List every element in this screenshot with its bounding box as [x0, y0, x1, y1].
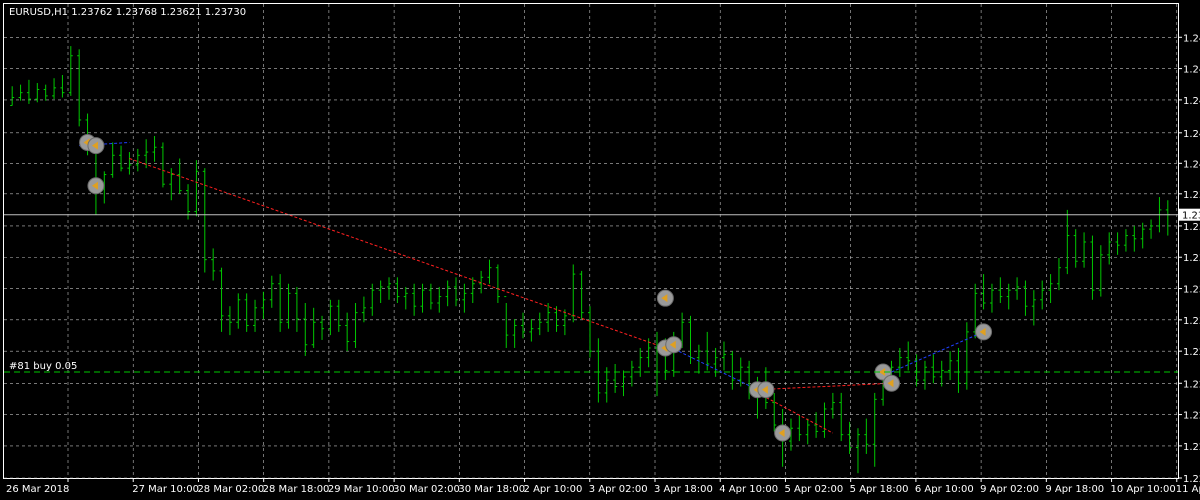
chart-background — [0, 0, 1200, 500]
y-tick-label: 1.23860 — [1183, 190, 1200, 201]
y-tick-label: 1.24835 — [1183, 33, 1200, 44]
order-label: #81 buy 0.05 — [9, 361, 77, 372]
x-tick-label: 28 Mar 18:00 — [263, 484, 330, 495]
y-tick-label: 1.23465 — [1183, 253, 1200, 264]
y-tick-label: 1.24050 — [1183, 159, 1200, 170]
x-tick-label: 29 Mar 10:00 — [328, 484, 395, 495]
x-tick-label: 4 Apr 10:00 — [719, 484, 778, 495]
x-tick-label: 9 Apr 18:00 — [1045, 484, 1104, 495]
x-tick-label: 26 Mar 2018 — [6, 484, 69, 495]
y-tick-label: 1.24445 — [1183, 96, 1200, 107]
x-tick-label: 3 Apr 18:00 — [654, 484, 713, 495]
y-tick-label: 1.24640 — [1183, 65, 1200, 76]
x-tick-label: 28 Mar 02:00 — [197, 484, 264, 495]
y-tick-label: 1.22485 — [1183, 411, 1200, 422]
x-tick-label: 3 Apr 02:00 — [589, 484, 648, 495]
current-price-label: 1.23730 — [1182, 211, 1200, 222]
x-tick-label: 2 Apr 10:00 — [524, 484, 583, 495]
y-tick-label: 1.22680 — [1183, 379, 1200, 390]
y-tick-label: 1.23660 — [1183, 222, 1200, 233]
y-tick-label: 1.22880 — [1183, 347, 1200, 358]
y-tick-label: 1.23075 — [1183, 316, 1200, 327]
x-tick-label: 5 Apr 18:00 — [850, 484, 909, 495]
x-tick-label: 30 Mar 18:00 — [458, 484, 525, 495]
y-tick-label: 1.23270 — [1183, 285, 1200, 296]
x-tick-label: 9 Apr 02:00 — [980, 484, 1039, 495]
y-tick-label: 1.24240 — [1183, 129, 1200, 140]
x-tick-label: 6 Apr 10:00 — [915, 484, 974, 495]
x-tick-label: 30 Mar 02:00 — [393, 484, 460, 495]
y-tick-label: 1.22290 — [1183, 442, 1200, 453]
x-tick-label: 27 Mar 10:00 — [132, 484, 199, 495]
symbol-header: EURUSD,H1 1.23762 1.23768 1.23621 1.2373… — [9, 7, 246, 18]
x-tick-label: 10 Apr 10:00 — [1111, 484, 1176, 495]
price-chart[interactable]: #81 buy 0.05 1.23730 1.24835 1.24640 1.244… — [0, 0, 1200, 500]
x-tick-label: 11 Apr 02:00 — [1176, 484, 1200, 495]
x-tick-label: 5 Apr 02:00 — [784, 484, 843, 495]
